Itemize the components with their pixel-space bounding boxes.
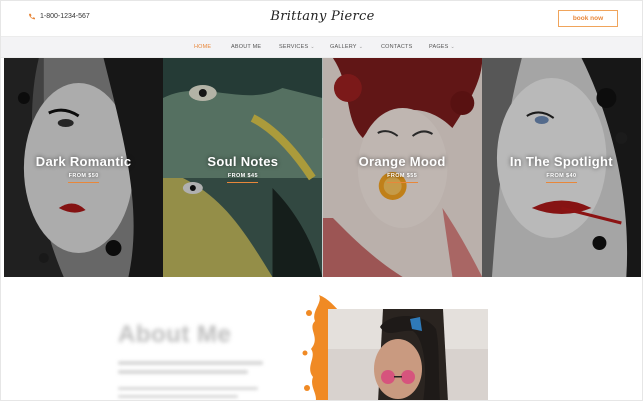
nav-item-gallery[interactable]: GALLERY ⌄ xyxy=(330,44,363,50)
page: 1-800-1234-567 Brittany Pierce book now … xyxy=(0,0,643,401)
gallery-tile-soul-notes[interactable]: Soul Notes FROM $45 xyxy=(163,58,323,277)
nav-item-services[interactable]: SERVICES ⌄ xyxy=(279,44,315,50)
tile-price: FROM $50 xyxy=(68,173,99,179)
tile-divider xyxy=(227,182,259,183)
site-header: 1-800-1234-567 Brittany Pierce book now xyxy=(1,1,642,36)
tile-title: Orange Mood xyxy=(358,154,446,169)
about-text-line xyxy=(118,370,248,374)
nav-item-label: GALLERY xyxy=(330,44,357,50)
nav-item-label: SERVICES xyxy=(279,44,309,50)
nav-item-label: CONTACTS xyxy=(381,44,413,50)
tile-price: FROM $45 xyxy=(227,173,258,179)
chevron-down-icon: ⌄ xyxy=(450,44,455,50)
chevron-down-icon: ⌄ xyxy=(358,44,364,50)
nav-item-label: HOME xyxy=(194,44,212,50)
nav-item-label: PAGES xyxy=(429,44,449,50)
tile-title: Dark Romantic xyxy=(35,154,132,169)
gallery-tile-dark-romantic[interactable]: Dark Romantic FROM $50 xyxy=(4,58,164,277)
tile-divider xyxy=(545,182,577,183)
chevron-down-icon: ⌄ xyxy=(310,44,315,50)
site-logo[interactable]: Brittany Pierce xyxy=(1,9,642,24)
tile-price: FROM $55 xyxy=(387,173,418,179)
about-text-line xyxy=(118,395,238,398)
artist-photo xyxy=(328,309,488,400)
tile-price: FROM $40 xyxy=(546,173,577,179)
nav-item-contacts[interactable]: CONTACTS xyxy=(381,44,412,50)
tile-divider xyxy=(386,182,418,183)
tile-title: In The Spotlight xyxy=(509,154,613,169)
services-gallery: Dark Romantic FROM $50 Soul Notes FROM $… xyxy=(4,58,641,277)
about-section: About Me xyxy=(1,277,642,400)
about-text-line xyxy=(118,361,263,365)
main-nav: HOME ABOUT ME SERVICES ⌄ GALLERY ⌄ CONTACT… xyxy=(1,36,642,58)
about-text-line xyxy=(118,387,258,390)
nav-item-pages[interactable]: PAGES ⌄ xyxy=(429,44,455,50)
nav-item-label: ABOUT ME xyxy=(231,44,262,50)
nav-item-about-me[interactable]: ABOUT ME xyxy=(231,44,261,50)
tile-divider xyxy=(68,182,99,183)
gallery-tile-in-the-spotlight[interactable]: In The Spotlight FROM $40 xyxy=(481,58,641,277)
about-title: About Me xyxy=(118,321,232,348)
gallery-tile-orange-mood[interactable]: Orange Mood FROM $55 xyxy=(322,58,482,277)
tile-title: Soul Notes xyxy=(207,154,279,169)
book-now-button[interactable]: book now xyxy=(558,10,618,27)
nav-item-home[interactable]: HOME xyxy=(194,44,211,50)
